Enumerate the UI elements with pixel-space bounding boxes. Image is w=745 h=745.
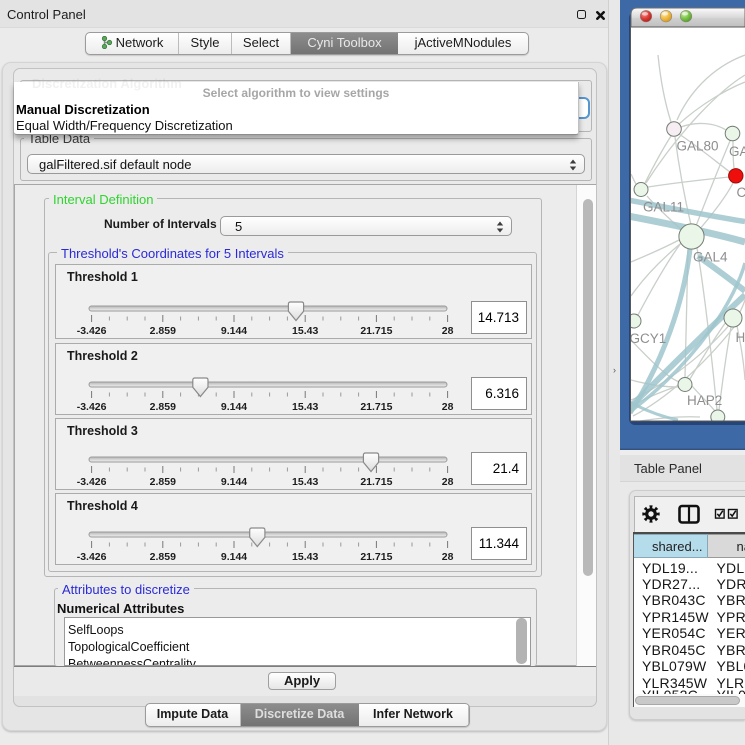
svg-text:9.144: 9.144 [221,476,247,488]
svg-text:-3.426: -3.426 [77,401,107,413]
svg-text:21.715: 21.715 [360,551,392,563]
svg-text:GAL80: GAL80 [677,139,719,154]
svg-text:15.43: 15.43 [292,325,318,337]
svg-text:-3.426: -3.426 [77,476,107,488]
svg-text:9.144: 9.144 [221,551,247,563]
svg-text:15.43: 15.43 [292,476,318,488]
svg-text:21.715: 21.715 [360,476,392,488]
svg-text:GAL: GAL [729,144,745,159]
svg-text:2.859: 2.859 [150,551,176,563]
svg-text:21.715: 21.715 [360,325,392,337]
svg-text:2.859: 2.859 [150,325,176,337]
svg-text:9.144: 9.144 [221,401,247,413]
svg-text:GCY1: GCY1 [630,331,667,346]
svg-text:9.144: 9.144 [221,325,247,337]
svg-text:-3.426: -3.426 [77,325,107,337]
svg-text:H: H [736,330,745,345]
svg-text:-3.426: -3.426 [77,551,107,563]
svg-text:2.859: 2.859 [150,401,176,413]
svg-text:15.43: 15.43 [292,401,318,413]
svg-text:21.715: 21.715 [360,401,392,413]
svg-text:C: C [737,185,745,200]
svg-text:28: 28 [442,476,454,488]
svg-text:28: 28 [442,401,454,413]
svg-text:2.859: 2.859 [150,476,176,488]
svg-text:GAL11: GAL11 [643,200,684,215]
svg-text:28: 28 [442,551,454,563]
svg-text:28: 28 [442,325,454,337]
svg-text:15.43: 15.43 [292,551,318,563]
svg-text:GAL4: GAL4 [693,250,728,265]
svg-text:HAP2: HAP2 [687,393,722,408]
